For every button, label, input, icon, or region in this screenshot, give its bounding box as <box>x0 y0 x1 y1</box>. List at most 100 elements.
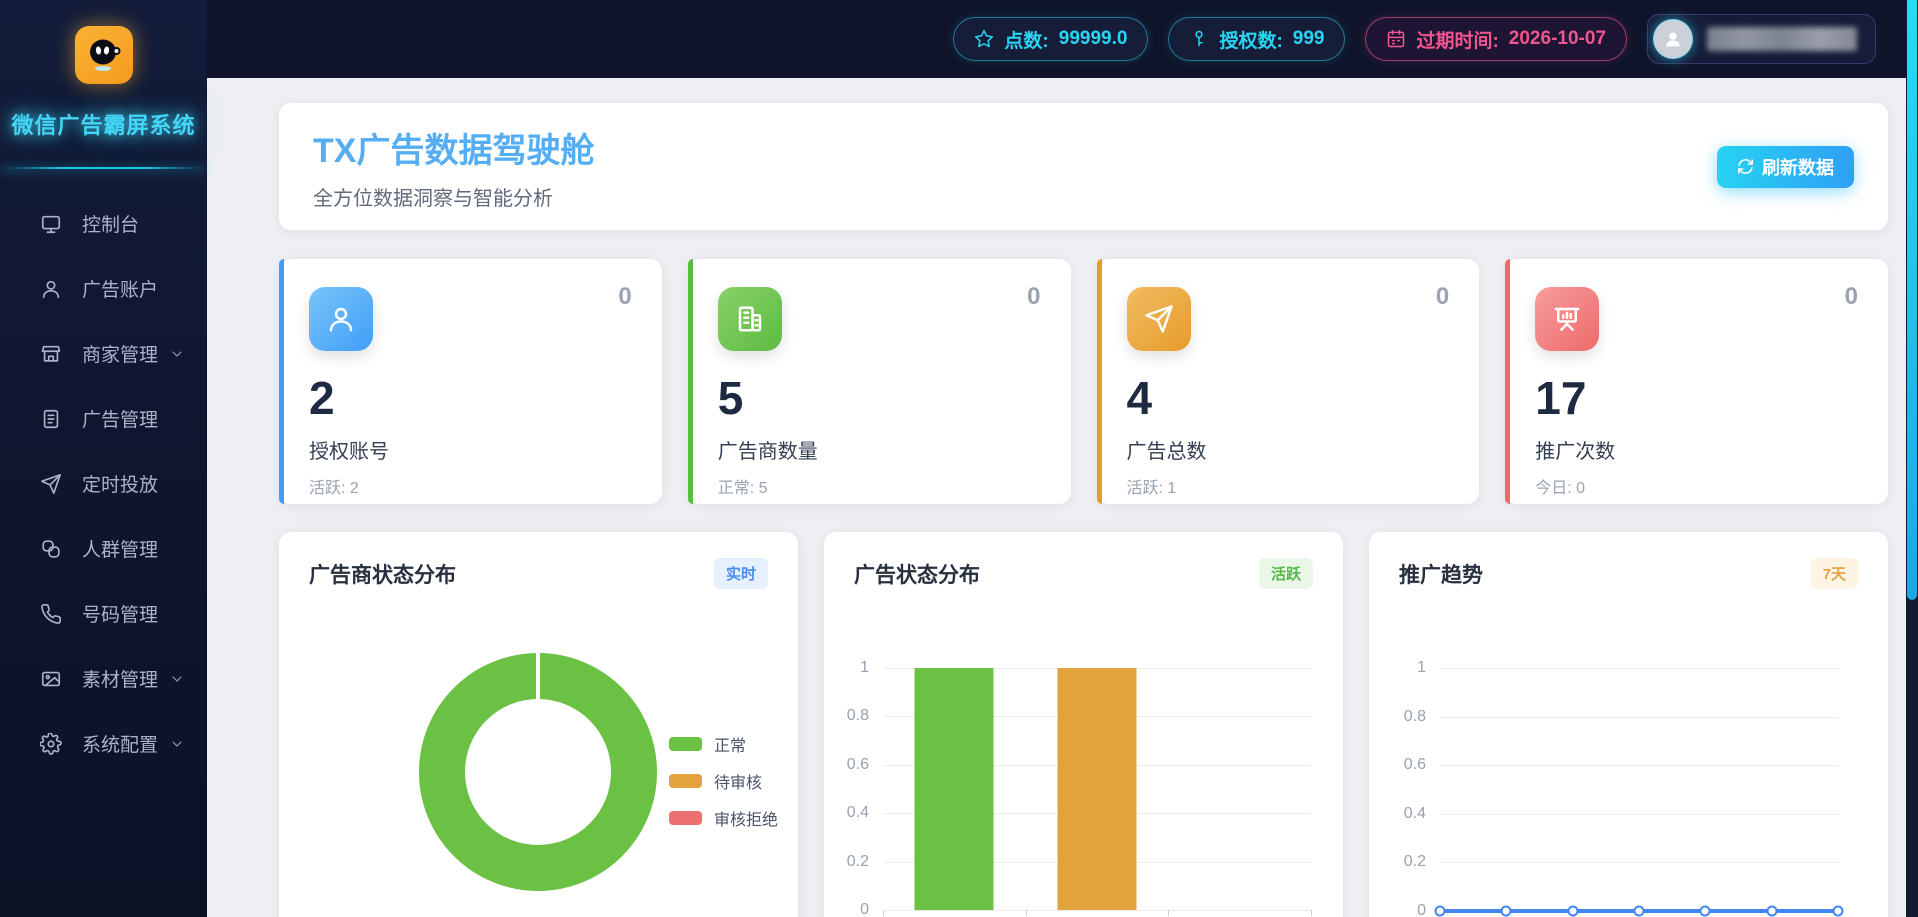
key-icon <box>1189 29 1209 49</box>
x-axis-tick <box>1168 910 1169 916</box>
y-axis-tick: 0.8 <box>847 707 869 725</box>
sidebar-item-ad-accounts[interactable]: 广告账户 <box>0 256 207 321</box>
page-title: TX广告数据驾驶舱 <box>313 123 594 172</box>
user-icon <box>40 278 62 300</box>
y-axis-tick: 0.2 <box>847 853 869 871</box>
sidebar-item-merchant-mgmt[interactable]: 商家管理 <box>0 321 207 386</box>
y-axis-tick: 0 <box>860 901 869 917</box>
auth-value: 999 <box>1293 28 1325 50</box>
legend-item[interactable]: 审核拒绝 <box>669 806 778 830</box>
image-icon <box>40 668 62 690</box>
monitor-icon <box>40 213 62 235</box>
star-icon <box>974 29 994 49</box>
legend-item[interactable]: 正常 <box>669 732 778 756</box>
stat-icon-tile <box>1127 287 1191 351</box>
stat-sublabel: 正常: 5 <box>718 474 1041 498</box>
data-point[interactable] <box>1501 906 1512 917</box>
donut-legend: 正常待审核审核拒绝 <box>669 732 778 830</box>
stat-icon-tile <box>1535 287 1599 351</box>
y-axis-tick: 0.6 <box>847 756 869 774</box>
legend-swatch <box>669 811 702 825</box>
robot-icon <box>84 35 124 75</box>
legend-label: 正常 <box>714 732 746 756</box>
expire-chip: 过期时间: 2026-10-07 <box>1365 17 1627 61</box>
presentation-icon <box>1552 304 1582 334</box>
stat-label: 推广次数 <box>1535 435 1858 464</box>
data-point[interactable] <box>1435 906 1446 917</box>
app-logo <box>75 26 133 84</box>
hero-card: TX广告数据驾驶舱 全方位数据洞察与智能分析 刷新数据 <box>279 103 1888 230</box>
scrollbar-thumb[interactable] <box>1907 0 1917 600</box>
y-axis-tick: 0.4 <box>1404 805 1426 823</box>
x-axis-tick <box>1311 910 1312 916</box>
chart-badge: 实时 <box>714 558 768 589</box>
file-icon <box>40 408 62 430</box>
donut-notch <box>536 653 540 699</box>
bar-segment[interactable] <box>915 668 994 910</box>
data-point[interactable] <box>1766 906 1777 917</box>
points-chip: 点数: 99999.0 <box>953 17 1148 61</box>
bar-segment[interactable] <box>1058 668 1137 910</box>
ad-status-chart-card: 广告状态分布 活跃 00.20.40.60.81 <box>824 532 1343 917</box>
sidebar-item-material-mgmt[interactable]: 素材管理 <box>0 646 207 711</box>
data-point[interactable] <box>1700 906 1711 917</box>
y-axis-tick: 0.6 <box>1404 756 1426 774</box>
stat-label: 授权账号 <box>309 435 632 464</box>
stat-corner-value: 0 <box>1436 283 1449 311</box>
bar-chart-plot: 00.20.40.60.81 <box>883 668 1311 911</box>
chart-badge: 7天 <box>1811 558 1858 589</box>
sidebar-item-system-config[interactable]: 系统配置 <box>0 711 207 776</box>
chart-header: 广告状态分布 活跃 <box>854 558 1313 589</box>
sidebar-menu: 控制台 广告账户 商家管理 广告管理 定时投放 人群管理 号码管理 <box>0 169 207 776</box>
y-axis-tick: 0 <box>1417 902 1426 917</box>
stat-icon-tile <box>309 287 373 351</box>
y-axis-tick: 1 <box>1417 659 1426 677</box>
gridline <box>883 910 1311 911</box>
data-point[interactable] <box>1634 906 1645 917</box>
legend-item[interactable]: 待审核 <box>669 769 778 793</box>
y-axis-tick: 0.8 <box>1404 708 1426 726</box>
stat-card-total-ads: 0 4 广告总数 活跃: 1 <box>1097 259 1480 504</box>
sidebar-item-console[interactable]: 控制台 <box>0 191 207 256</box>
donut-ring <box>419 653 657 891</box>
building-icon <box>735 304 765 334</box>
group-icon <box>40 538 62 560</box>
sidebar-item-label: 广告账户 <box>82 275 158 302</box>
chevron-down-icon <box>169 671 185 687</box>
stat-card-authorized-accounts: 0 2 授权账号 活跃: 2 <box>279 259 662 504</box>
refresh-button[interactable]: 刷新数据 <box>1717 146 1854 188</box>
chevron-down-icon <box>169 346 185 362</box>
sidebar-item-number-mgmt[interactable]: 号码管理 <box>0 581 207 646</box>
stats-row: 0 2 授权账号 活跃: 2 0 5 广告商数量 正常: 5 0 4 广告总数 … <box>279 259 1888 504</box>
data-point[interactable] <box>1833 906 1844 917</box>
stat-sublabel: 活跃: 1 <box>1127 474 1450 498</box>
sidebar-item-label: 人群管理 <box>82 535 158 562</box>
send-icon <box>1144 304 1174 334</box>
promotion-trend-chart-card: 推广趋势 7天 00.20.40.60.81 <box>1369 532 1888 917</box>
points-label: 点数: <box>1004 26 1048 53</box>
stat-sublabel: 今日: 0 <box>1535 474 1858 498</box>
chart-title: 广告商状态分布 <box>309 559 456 589</box>
stat-sublabel: 活跃: 2 <box>309 474 632 498</box>
sidebar: 微信广告霸屏系统 控制台 广告账户 商家管理 广告管理 定时投放 人群管理 <box>0 0 207 917</box>
gridline <box>1440 668 1838 669</box>
sidebar-item-ad-mgmt[interactable]: 广告管理 <box>0 386 207 451</box>
sidebar-item-scheduled-delivery[interactable]: 定时投放 <box>0 451 207 516</box>
send-icon <box>40 473 62 495</box>
user-chip[interactable] <box>1647 14 1876 64</box>
page-subtitle: 全方位数据洞察与智能分析 <box>313 182 594 211</box>
phone-icon <box>40 603 62 625</box>
auth-chip: 授权数: 999 <box>1168 17 1345 61</box>
y-axis-tick: 0.2 <box>1404 853 1426 871</box>
calendar-icon <box>1386 29 1406 49</box>
sidebar-item-label: 控制台 <box>82 210 139 237</box>
stat-value: 5 <box>718 375 1041 421</box>
stat-corner-value: 0 <box>1845 283 1858 311</box>
legend-label: 待审核 <box>714 769 762 793</box>
x-axis-tick <box>1026 910 1027 916</box>
sidebar-item-audience-mgmt[interactable]: 人群管理 <box>0 516 207 581</box>
y-axis-tick: 1 <box>860 659 869 677</box>
data-point[interactable] <box>1567 906 1578 917</box>
stat-icon-tile <box>718 287 782 351</box>
stat-value: 4 <box>1127 375 1450 421</box>
